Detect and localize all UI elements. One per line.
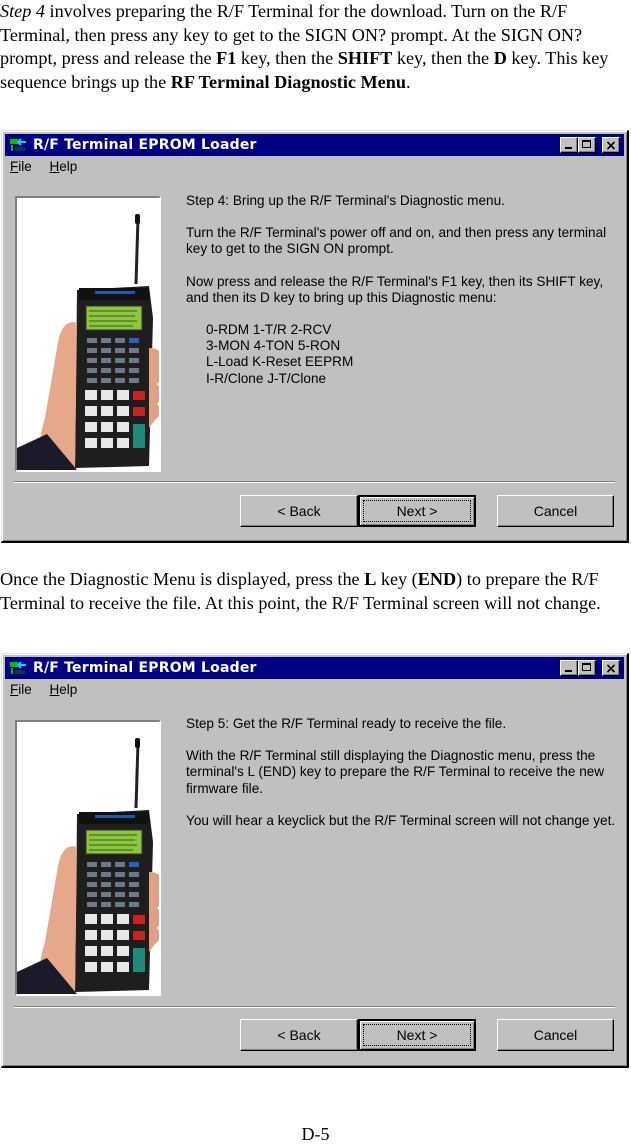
menu-bar: File Help bbox=[10, 682, 91, 697]
minimize-button[interactable] bbox=[560, 660, 578, 676]
step-label: Step 4 bbox=[0, 1, 45, 21]
separator bbox=[14, 481, 615, 483]
intro-text-2: key, then the bbox=[236, 48, 338, 68]
close-icon: × bbox=[605, 138, 617, 154]
instruction-2: Now press and release the R/F Terminal's… bbox=[186, 273, 604, 305]
cancel-label: Cancel bbox=[533, 1027, 578, 1043]
close-button[interactable]: × bbox=[602, 660, 620, 677]
cancel-button[interactable]: Cancel bbox=[497, 1019, 614, 1051]
back-button[interactable]: < Back bbox=[240, 1019, 358, 1051]
minimize-button[interactable] bbox=[560, 137, 578, 153]
instruction-1: Turn the R/F Terminal's power off and on… bbox=[186, 225, 607, 257]
instructions: Step 4: Bring up the R/F Terminal's Diag… bbox=[186, 193, 616, 387]
back-button[interactable]: < Back bbox=[240, 495, 358, 527]
key-shift: SHIFT bbox=[337, 48, 393, 68]
maximize-button[interactable] bbox=[578, 660, 596, 676]
terminal-photo bbox=[15, 196, 166, 472]
maximize-button[interactable] bbox=[578, 137, 596, 153]
diagnostic-menu-listing: 0-RDM 1-T/R 2-RCV 3-MON 4-TON 5-RON L-Lo… bbox=[206, 322, 616, 387]
menu-line: 3-MON 4-TON 5-RON bbox=[206, 338, 341, 354]
intro-paragraph: Step 4 involves preparing the R/F Termin… bbox=[0, 0, 631, 94]
instruction-1: With the R/F Terminal still displaying t… bbox=[186, 748, 605, 796]
middle-text-2: key ( bbox=[376, 569, 418, 589]
middle-text-1: Once the Diagnostic Menu is displayed, p… bbox=[0, 569, 365, 589]
cancel-label: Cancel bbox=[533, 503, 578, 519]
title-bar: R/F Terminal EPROM Loader × bbox=[5, 657, 624, 679]
step-heading: Step 5: Get the R/F Terminal ready to re… bbox=[186, 716, 507, 731]
terminal-photo bbox=[15, 720, 166, 996]
back-label: < Back bbox=[277, 1027, 321, 1043]
eprom-loader-window-step5: R/F Terminal EPROM Loader × File Help St… bbox=[1, 653, 629, 1068]
focus-rect bbox=[363, 1024, 471, 1046]
key-d: D bbox=[493, 48, 507, 68]
app-icon bbox=[10, 138, 26, 151]
intro-text-5: . bbox=[405, 71, 411, 92]
menu-help[interactable]: Help bbox=[50, 159, 78, 174]
next-button[interactable]: Next > bbox=[358, 1019, 476, 1051]
window-title: R/F Terminal EPROM Loader bbox=[33, 660, 257, 676]
page-number: D-5 bbox=[301, 1124, 330, 1144]
app-icon bbox=[10, 661, 26, 674]
menu-file[interactable]: File bbox=[10, 682, 32, 697]
menu-help[interactable]: Help bbox=[50, 682, 78, 697]
title-bar: R/F Terminal EPROM Loader × bbox=[5, 134, 624, 156]
back-label: < Back bbox=[277, 503, 321, 519]
next-button[interactable]: Next > bbox=[358, 495, 476, 527]
key-end: END bbox=[417, 569, 457, 589]
key-f1: F1 bbox=[216, 48, 237, 68]
handheld-terminal-image bbox=[15, 196, 166, 472]
intro-text-3: key, then the bbox=[392, 48, 494, 68]
separator bbox=[14, 1006, 615, 1008]
menu-bar: File Help bbox=[10, 159, 91, 174]
menu-file[interactable]: File bbox=[10, 159, 32, 174]
key-l: L bbox=[364, 569, 377, 589]
instruction-2: You will hear a keyclick but the R/F Ter… bbox=[186, 812, 616, 828]
eprom-loader-window-step4: R/F Terminal EPROM Loader × File Help St… bbox=[1, 130, 629, 543]
menu-line: 0-RDM 1-T/R 2-RCV bbox=[206, 322, 332, 338]
window-title: R/F Terminal EPROM Loader bbox=[33, 137, 257, 153]
middle-paragraph: Once the Diagnostic Menu is displayed, p… bbox=[0, 568, 631, 615]
close-icon: × bbox=[605, 661, 617, 677]
handheld-terminal-image bbox=[15, 720, 166, 996]
instructions: Step 5: Get the R/F Terminal ready to re… bbox=[186, 716, 616, 845]
close-button[interactable]: × bbox=[602, 137, 620, 154]
cancel-button[interactable]: Cancel bbox=[497, 495, 614, 527]
menu-line: I-R/Clone J-T/Clone bbox=[206, 370, 327, 386]
focus-rect bbox=[363, 500, 471, 522]
diagnostic-menu-term: RF Terminal Diagnostic Menu bbox=[170, 71, 406, 92]
menu-line: L-Load K-Reset EEPRM bbox=[206, 354, 354, 370]
step-heading: Step 4: Bring up the R/F Terminal's Diag… bbox=[186, 193, 505, 208]
